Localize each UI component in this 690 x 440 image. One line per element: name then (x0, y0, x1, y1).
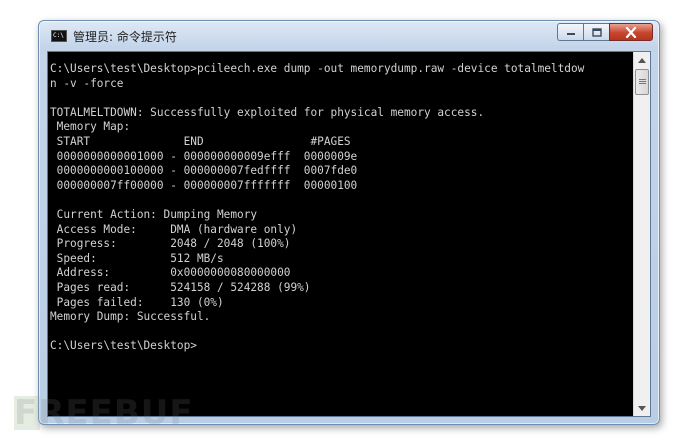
arrow-up-icon (638, 57, 646, 63)
console-line: Current Action: Dumping Memory (50, 207, 258, 221)
thumb-grip (639, 79, 646, 80)
window-title: 管理员: 命令提示符 (73, 30, 177, 44)
console-line: START END #PAGES (50, 134, 351, 148)
console-line: C:\Users\test\Desktop> (50, 339, 197, 353)
title-bar[interactable]: C:\ 管理员: 命令提示符 (39, 21, 659, 49)
console-line: Access Mode: DMA (hardware only) (50, 222, 298, 236)
arrow-down-icon (638, 405, 646, 411)
scroll-thumb[interactable] (635, 69, 649, 95)
console-line: Pages read: 524158 / 524288 (99%) (50, 280, 311, 294)
console-line: Address: 0x0000000080000000 (50, 266, 291, 280)
console-line: 0000000000100000 - 000000007fedffff 0007… (50, 164, 358, 178)
console-line: 0000000000001000 - 000000000009efff 0000… (50, 149, 358, 163)
scroll-up-button[interactable] (634, 52, 650, 68)
cmd-window: C:\ 管理员: 命令提示符 C:\Users\test\Desktop>pci… (38, 20, 660, 425)
vertical-scrollbar[interactable] (633, 52, 650, 416)
console-line: Pages failed: 130 (0%) (50, 295, 224, 309)
console-line: Memory Map: (50, 120, 131, 134)
window-controls (557, 23, 653, 41)
thumb-grip (639, 83, 646, 84)
console-line: Memory Dump: Successful. (50, 310, 211, 324)
cmd-app-icon[interactable]: C:\ (51, 30, 67, 42)
scroll-down-button[interactable] (634, 400, 650, 416)
console-area[interactable]: C:\Users\test\Desktop>pcileech.exe dump … (47, 51, 651, 417)
console-line: Speed: 512 MB/s (50, 251, 224, 265)
minimize-button[interactable] (557, 23, 583, 41)
console-line: Progress: 2048 / 2048 (100%) (50, 237, 291, 251)
minimize-icon (566, 33, 575, 35)
maximize-button[interactable] (583, 23, 609, 41)
console-line: C:\Users\test\Desktop>pcileech.exe dump … (50, 62, 585, 75)
close-icon (625, 26, 637, 38)
console-line: n -v -force (50, 76, 124, 90)
thumb-grip (639, 81, 646, 82)
console-line: 000000007ff00000 - 000000007fffffff 0000… (50, 178, 358, 192)
close-button[interactable] (609, 23, 653, 41)
console-output: C:\Users\test\Desktop>pcileech.exe dump … (50, 62, 636, 354)
console-line: TOTALMELTDOWN: Successfully exploited fo… (50, 105, 485, 119)
watermark-text: FREEBUF (14, 393, 194, 433)
maximize-icon (591, 27, 602, 37)
